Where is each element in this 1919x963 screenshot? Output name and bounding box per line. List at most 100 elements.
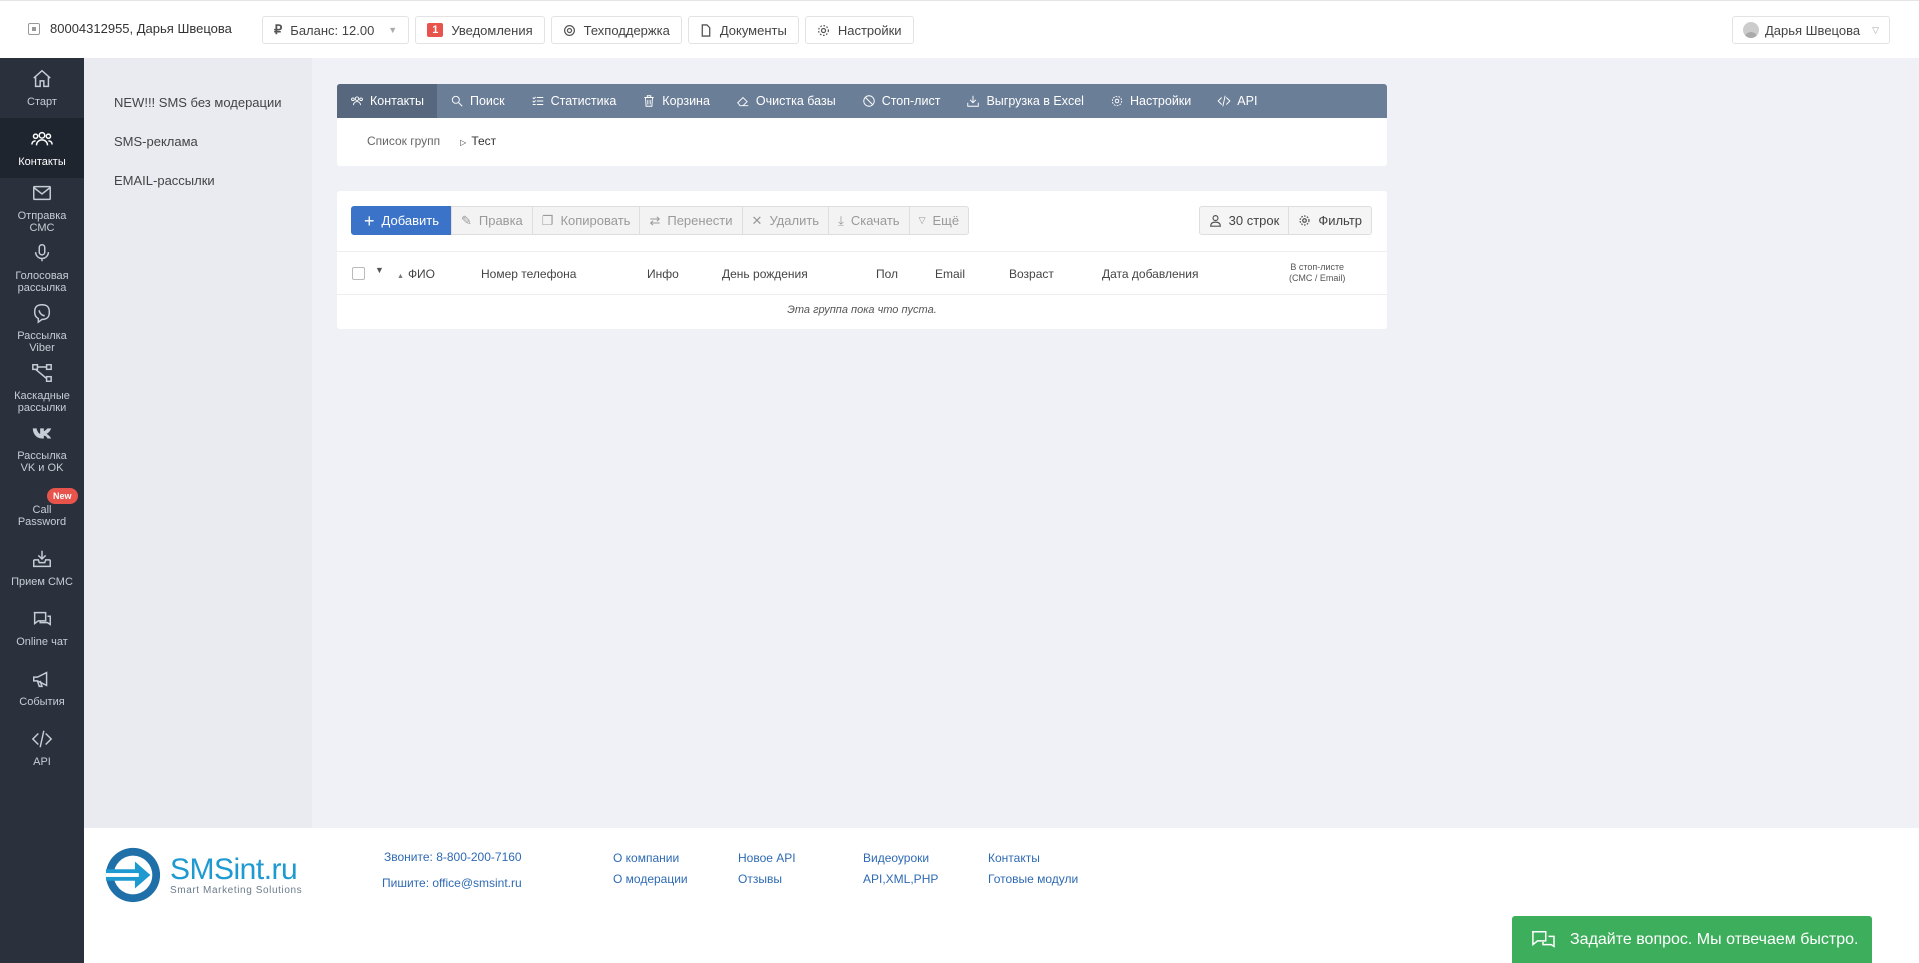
footer-link-modules[interactable]: Готовые модули [988,872,1078,886]
tab-stoplist[interactable]: Стоп-лист [849,84,954,118]
nav-send-sms[interactable]: Отправка СМС [0,178,84,238]
nav-label: API [33,756,51,768]
chat-label: Задайте вопрос. Мы отвечаем быстро. [1570,930,1859,948]
column-label: ФИО [407,267,436,281]
subnav-item-email[interactable]: EMAIL-рассылки [114,173,215,188]
account-label: 80004312955, Дарья Швецова [50,21,232,36]
nav-vk-ok[interactable]: Рассылка VK и OK [0,418,84,478]
nav-label: Каскадные рассылки [14,390,70,414]
select-all-checkbox[interactable] [352,267,365,280]
list-check-icon [532,96,543,105]
delete-label: Удалить [769,213,820,228]
more-button[interactable]: ▽ Ещё [908,206,970,235]
tab-label: Выгрузка в Excel [986,94,1084,108]
nav-viber[interactable]: Рассылка Viber [0,298,84,358]
right-toolbar: 30 строк Фильтр [1198,206,1372,235]
nav-start[interactable]: Старт [0,58,84,118]
tab-settings[interactable]: Настройки [1097,84,1204,118]
megaphone-icon [33,671,48,688]
settings-button[interactable]: Настройки [804,16,914,44]
chat-icon [33,611,51,626]
secondary-sidebar: NEW!!! SMS без модерации SMS-реклама EMA… [84,58,312,828]
footer-link-about[interactable]: О компании [613,851,679,865]
smsint-logo[interactable]: SMSint.ru Smart Marketing Solutions [104,846,302,904]
user-menu-button[interactable]: Дарья Швецова ▽ [1731,16,1890,44]
delete-button[interactable]: ✕ Удалить [741,206,830,235]
subnav-item-sms-advertising[interactable]: SMS-реклама [114,134,198,149]
column-header-info[interactable]: Инфо [647,267,679,281]
code-icon [31,730,53,748]
footer-link-contacts[interactable]: Контакты [988,851,1040,865]
chat-widget-button[interactable]: Задайте вопрос. Мы отвечаем быстро. [1512,916,1872,963]
breadcrumb-groups-link[interactable]: Список групп [367,134,440,148]
copy-button[interactable]: ❐ Копировать [531,206,641,235]
column-header-date-added[interactable]: Дата добавления [1102,267,1198,281]
nav-label: Call Password [17,504,67,528]
nav-cascade[interactable]: Каскадные рассылки [0,358,84,418]
tab-trash[interactable]: Корзина [629,84,723,118]
nav-voice[interactable]: Голосовая рассылка [0,238,84,298]
balance-button[interactable]: ₽ Баланс: 12.00 ▼ [262,16,410,44]
account-info[interactable]: 80004312955, Дарья Швецова [28,21,232,36]
nav-online-chat[interactable]: Online чат [0,598,84,658]
footer-link-reviews[interactable]: Отзывы [738,872,782,886]
download-button[interactable]: ⤓ Скачать [828,206,910,235]
nav-call-password[interactable]: New Call Password [0,478,84,538]
nav-events[interactable]: События [0,658,84,718]
plus-icon: + [364,210,375,231]
logo-arrow-icon [105,847,161,903]
column-header-birthday[interactable]: День рождения [722,267,808,281]
rows-per-page-button[interactable]: 30 строк [1198,206,1290,235]
nav-label: Рассылка VK и OK [17,450,67,474]
balance-label: Баланс: 12.00 [290,22,375,38]
notifications-button[interactable]: 1 Уведомления [415,16,545,44]
subnav-item-sms-no-moderation[interactable]: NEW!!! SMS без модерации [114,95,282,110]
swap-icon: ⇄ [649,212,661,228]
nav-api[interactable]: API [0,718,84,778]
select-menu-chevron-icon[interactable]: ▼ [375,265,384,275]
edit-button[interactable]: ✎ Правка [450,206,533,235]
column-header-email[interactable]: Email [935,267,965,281]
move-button[interactable]: ⇄ Перенести [639,206,743,235]
footer-email[interactable]: Пишите: office@smsint.ru [382,876,522,890]
trash-icon [644,95,654,107]
support-button[interactable]: Техподдержка [550,16,682,44]
eraser-icon [737,96,749,107]
footer-link-new-api[interactable]: Новое API [738,851,796,865]
lifebuoy-icon [563,24,575,36]
user-icon [1209,215,1221,227]
top-bar: 80004312955, Дарья Швецова ₽ Баланс: 12.… [0,0,1919,58]
column-header-gender[interactable]: Пол [876,267,898,281]
add-button[interactable]: + Добавить [351,206,452,235]
tab-contacts[interactable]: Контакты [337,84,437,118]
column-header-stoplist[interactable]: В стоп-листе (СМС / Email) [1289,262,1345,284]
edit-label: Правка [478,213,523,228]
logo-tagline: Smart Marketing Solutions [170,884,303,896]
tab-clean-base[interactable]: Очистка базы [723,84,849,118]
tab-api[interactable]: API [1204,84,1270,118]
tab-search[interactable]: Поиск [437,84,518,118]
footer-link-video[interactable]: Видеоуроки [863,851,929,865]
column-header-phone[interactable]: Номер телефона [481,267,576,281]
tab-export-excel[interactable]: Выгрузка в Excel [953,84,1097,118]
footer-link-api-xml-php[interactable]: API,XML,PHP [863,872,938,886]
copy-label: Копировать [560,213,631,228]
tabs-panel: Контакты Поиск Статистика Корзина Очистк… [337,84,1387,166]
footer-call[interactable]: Звоните: 8-800-200-7160 [384,850,522,864]
tab-label: Статистика [550,94,617,108]
phone-icon [28,22,40,35]
tab-statistics[interactable]: Статистика [518,84,630,118]
inbox-icon [33,550,51,568]
move-label: Перенести [667,213,733,228]
more-label: Ещё [932,213,960,228]
ban-icon [862,95,875,107]
footer-link-moderation[interactable]: О модерации [613,872,688,886]
column-header-age[interactable]: Возраст [1009,267,1054,281]
nav-receive-sms[interactable]: Прием СМС [0,538,84,598]
breadcrumb: Список групп Тест [367,134,496,148]
column-header-name[interactable]: ▲ ФИО [397,267,435,281]
documents-button[interactable]: Документы [687,16,799,44]
nav-contacts[interactable]: Контакты [0,118,84,178]
tab-label: Очистка базы [755,94,836,108]
filter-button[interactable]: Фильтр [1288,206,1372,235]
